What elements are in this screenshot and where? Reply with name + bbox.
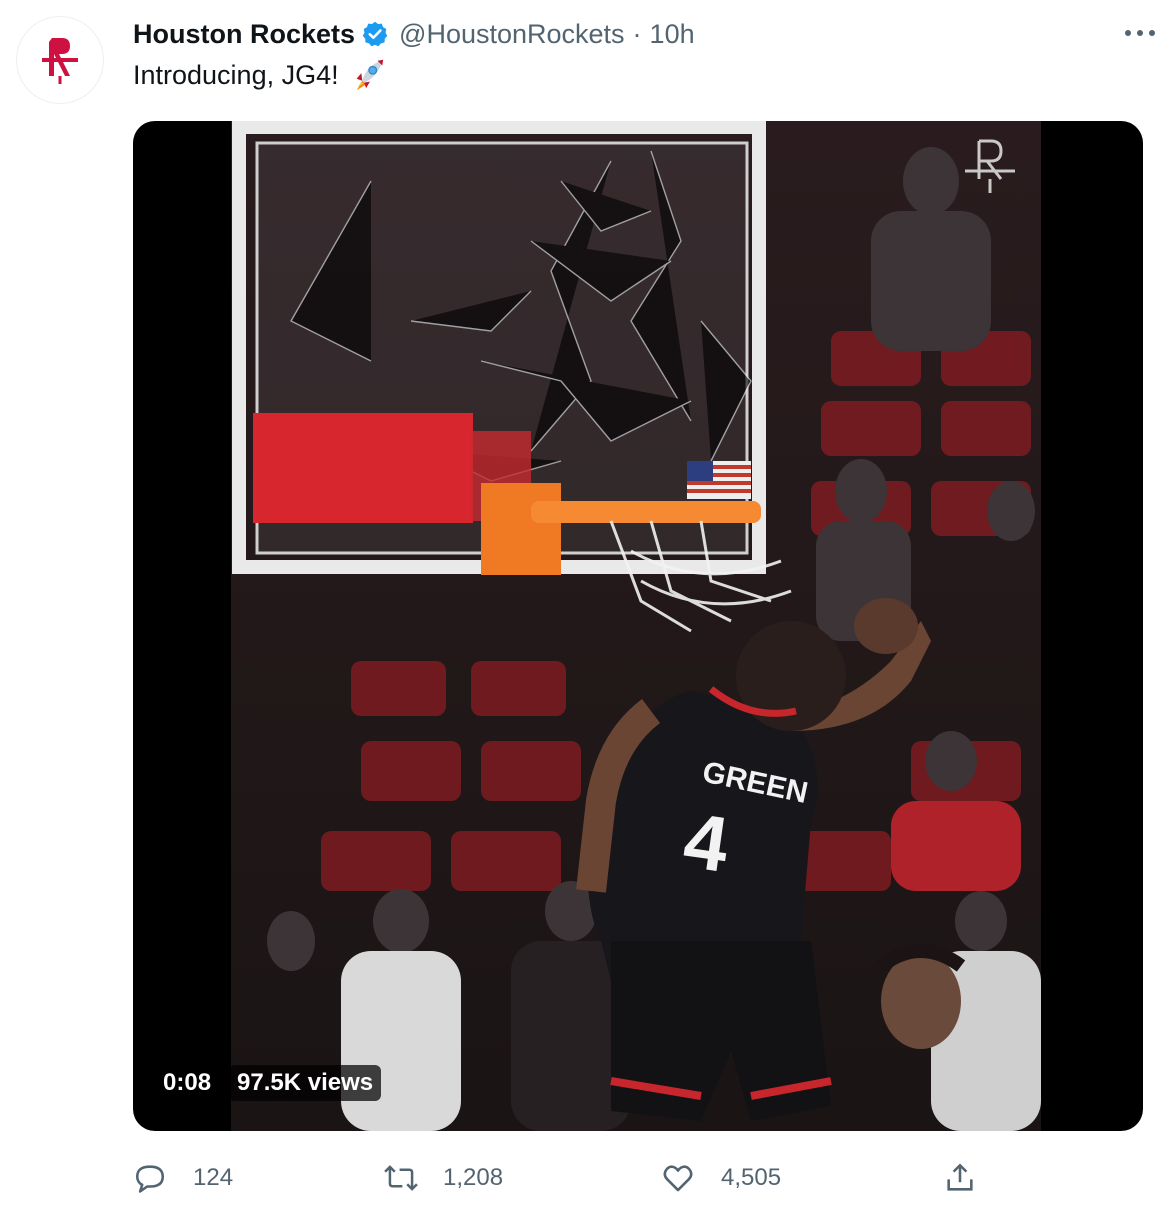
rocket-emoji: [356, 59, 383, 91]
video-elapsed-time: 0:08: [155, 1065, 220, 1101]
video-view-count: 97.5K views: [229, 1065, 382, 1101]
video-frame[interactable]: GREEN 4: [231, 121, 1041, 1131]
dot-separator: ·: [632, 18, 642, 49]
display-name[interactable]: Houston Rockets: [133, 19, 355, 50]
like-count: 4,505: [721, 1164, 782, 1191]
video-player[interactable]: GREEN 4 0:08 97.5K views: [133, 121, 1143, 1131]
tweet-body: Introducing, JG4!: [133, 59, 339, 90]
verified-badge-icon: [362, 21, 388, 47]
reply-count: 124: [193, 1164, 234, 1191]
reply-button[interactable]: 124: [133, 1156, 233, 1200]
profile-avatar[interactable]: [16, 16, 104, 104]
rockets-logo-icon: [42, 38, 78, 84]
retweet-icon: [384, 1165, 418, 1191]
tweet-action-bar: 124 1,208 4,505: [133, 1156, 993, 1200]
more-options-button[interactable]: [1120, 18, 1160, 48]
video-meta: 0:08 97.5K views: [155, 1065, 382, 1101]
heart-icon: [663, 1165, 693, 1192]
dunk-video-thumbnail: GREEN 4: [231, 121, 1041, 1131]
retweet-count: 1,208: [443, 1164, 504, 1191]
retweet-button[interactable]: 1,208: [383, 1156, 503, 1200]
share-button[interactable]: [943, 1156, 977, 1200]
more-options-icon: [1125, 30, 1155, 36]
like-button[interactable]: 4,505: [661, 1156, 781, 1200]
reply-icon: [135, 1165, 165, 1193]
tweet-header: Houston Rockets @HoustonRockets · 10h: [133, 14, 1156, 54]
share-icon: [947, 1163, 973, 1191]
tweet-text: Introducing, JG4!: [133, 56, 387, 94]
user-handle[interactable]: @HoustonRockets: [399, 19, 625, 50]
tweet-timestamp[interactable]: 10h: [650, 19, 695, 50]
